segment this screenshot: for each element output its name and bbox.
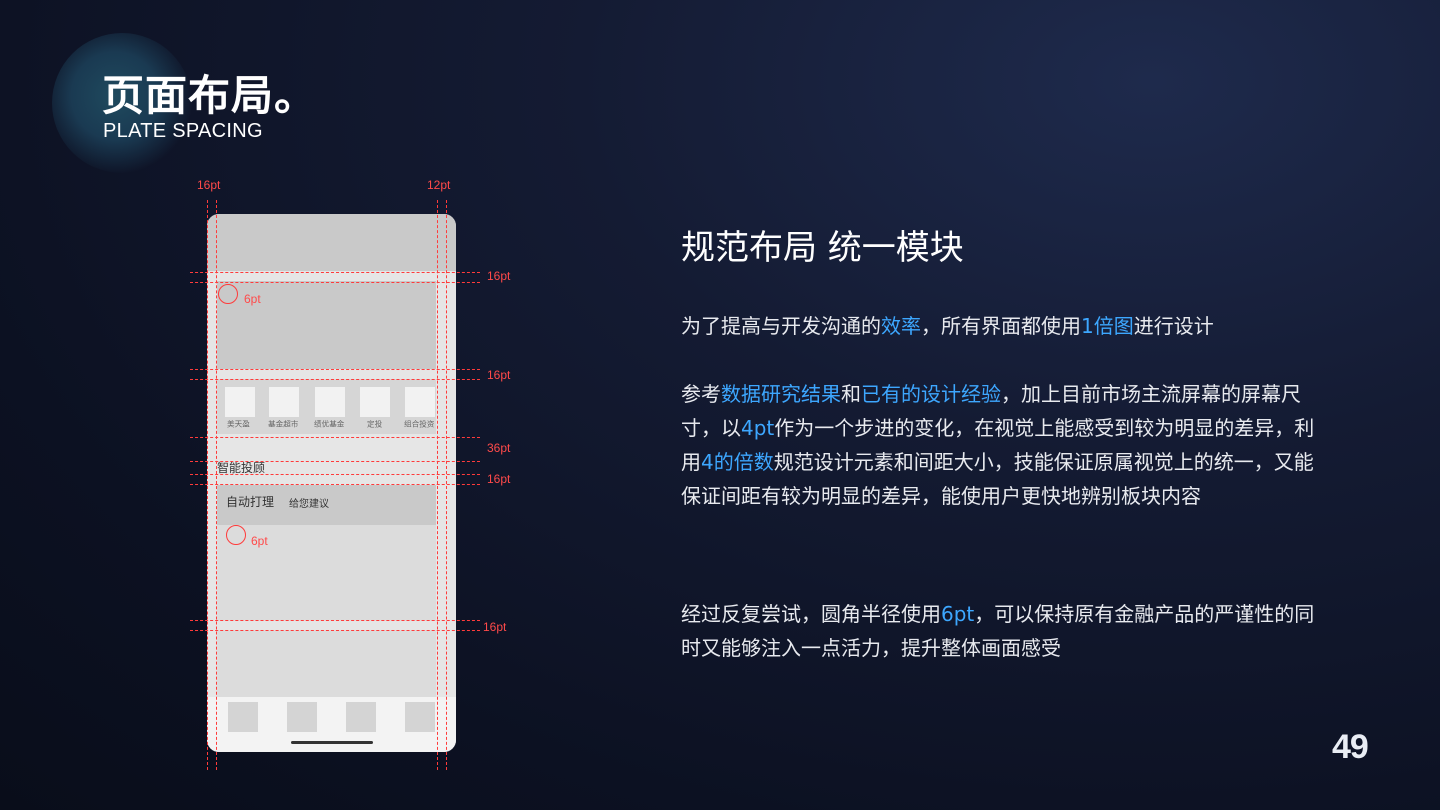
icon-placeholder [360,387,390,417]
paragraph-radius: 经过反复尝试，圆角半径使用6pt，可以保持原有金融产品的严谨性的同时又能够注入一… [681,597,1331,665]
gap-label: 16pt [487,472,511,486]
radius-label: 6pt [244,292,261,306]
highlight-text: 4pt [741,416,775,440]
page-number: 49 [1332,728,1369,766]
body-text: ，所有界面都使用 [921,314,1081,338]
guide-vertical [437,200,438,770]
right-margin-label: 12pt [427,178,451,192]
advisor-card-body [217,525,436,621]
guide-horizontal [190,461,480,462]
highlight-text: 4的倍数 [701,450,774,474]
radius-marker-circle [218,284,238,304]
highlight-text: 1倍图 [1081,314,1134,338]
gap-label: 16pt [487,368,511,382]
tab-bar-icon [287,702,317,732]
guide-horizontal [190,474,480,475]
tab-bar-icon [228,702,258,732]
icon-label: 绩优基金 [314,419,345,429]
left-margin-label: 16pt [197,178,221,192]
banner-top [207,214,456,271]
icon-placeholder [225,387,255,417]
radius-label: 6pt [251,534,268,548]
guide-vertical [207,200,208,770]
paragraph-efficiency: 为了提高与开发沟通的效率，所有界面都使用1倍图进行设计 [681,309,1331,343]
content-heading: 规范布局 统一模块 [681,228,964,268]
icon-label: 组合投资 [404,419,435,429]
icon-placeholder [315,387,345,417]
page-title: 页面布局。 [102,71,318,120]
icon-label: 定投 [367,419,383,429]
guide-vertical [216,200,217,770]
gap-label: 36pt [487,441,511,455]
tab-bar-icon [405,702,435,732]
icon-label: 基金超市 [268,419,299,429]
tab-bar-icon [346,702,376,732]
highlight-text: 效率 [881,314,921,338]
tab-auto-manage: 自动打理 [226,495,275,509]
icon-placeholder [269,387,299,417]
tab-suggestion: 给您建议 [289,499,329,510]
body-text: 参考 [681,382,721,406]
home-indicator [291,741,373,744]
icon-placeholder [405,387,435,417]
highlight-text: 已有的设计经验 [861,382,1001,406]
highlight-text: 6pt [941,602,975,626]
guide-horizontal [190,630,480,631]
body-text: 和 [841,382,861,406]
guide-horizontal [190,484,480,485]
page-subtitle: PLATE SPACING [103,120,263,142]
guide-horizontal [190,437,480,438]
body-text: 规范设计元素和间距大小，技能保证原属视觉上的统一，又能保证间距有较为明显的差异，… [681,450,1314,508]
paragraph-spacing: 参考数据研究结果和已有的设计经验，加上目前市场主流屏幕的屏幕尺寸，以4pt作为一… [681,377,1331,513]
guide-vertical [446,200,447,770]
radius-marker-circle [226,525,246,545]
guide-horizontal [190,272,480,273]
guide-horizontal [190,620,480,621]
guide-horizontal [190,379,480,380]
body-text: 经过反复尝试，圆角半径使用 [681,602,941,626]
body-text: 进行设计 [1133,314,1214,338]
highlight-text: 数据研究结果 [721,382,841,406]
guide-horizontal [190,369,480,370]
gap-label: 16pt [483,620,507,634]
guide-horizontal [190,282,480,283]
icon-label: 美天盈 [227,419,250,429]
gap-label: 16pt [487,269,511,283]
body-text: 为了提高与开发沟通的 [681,314,881,338]
